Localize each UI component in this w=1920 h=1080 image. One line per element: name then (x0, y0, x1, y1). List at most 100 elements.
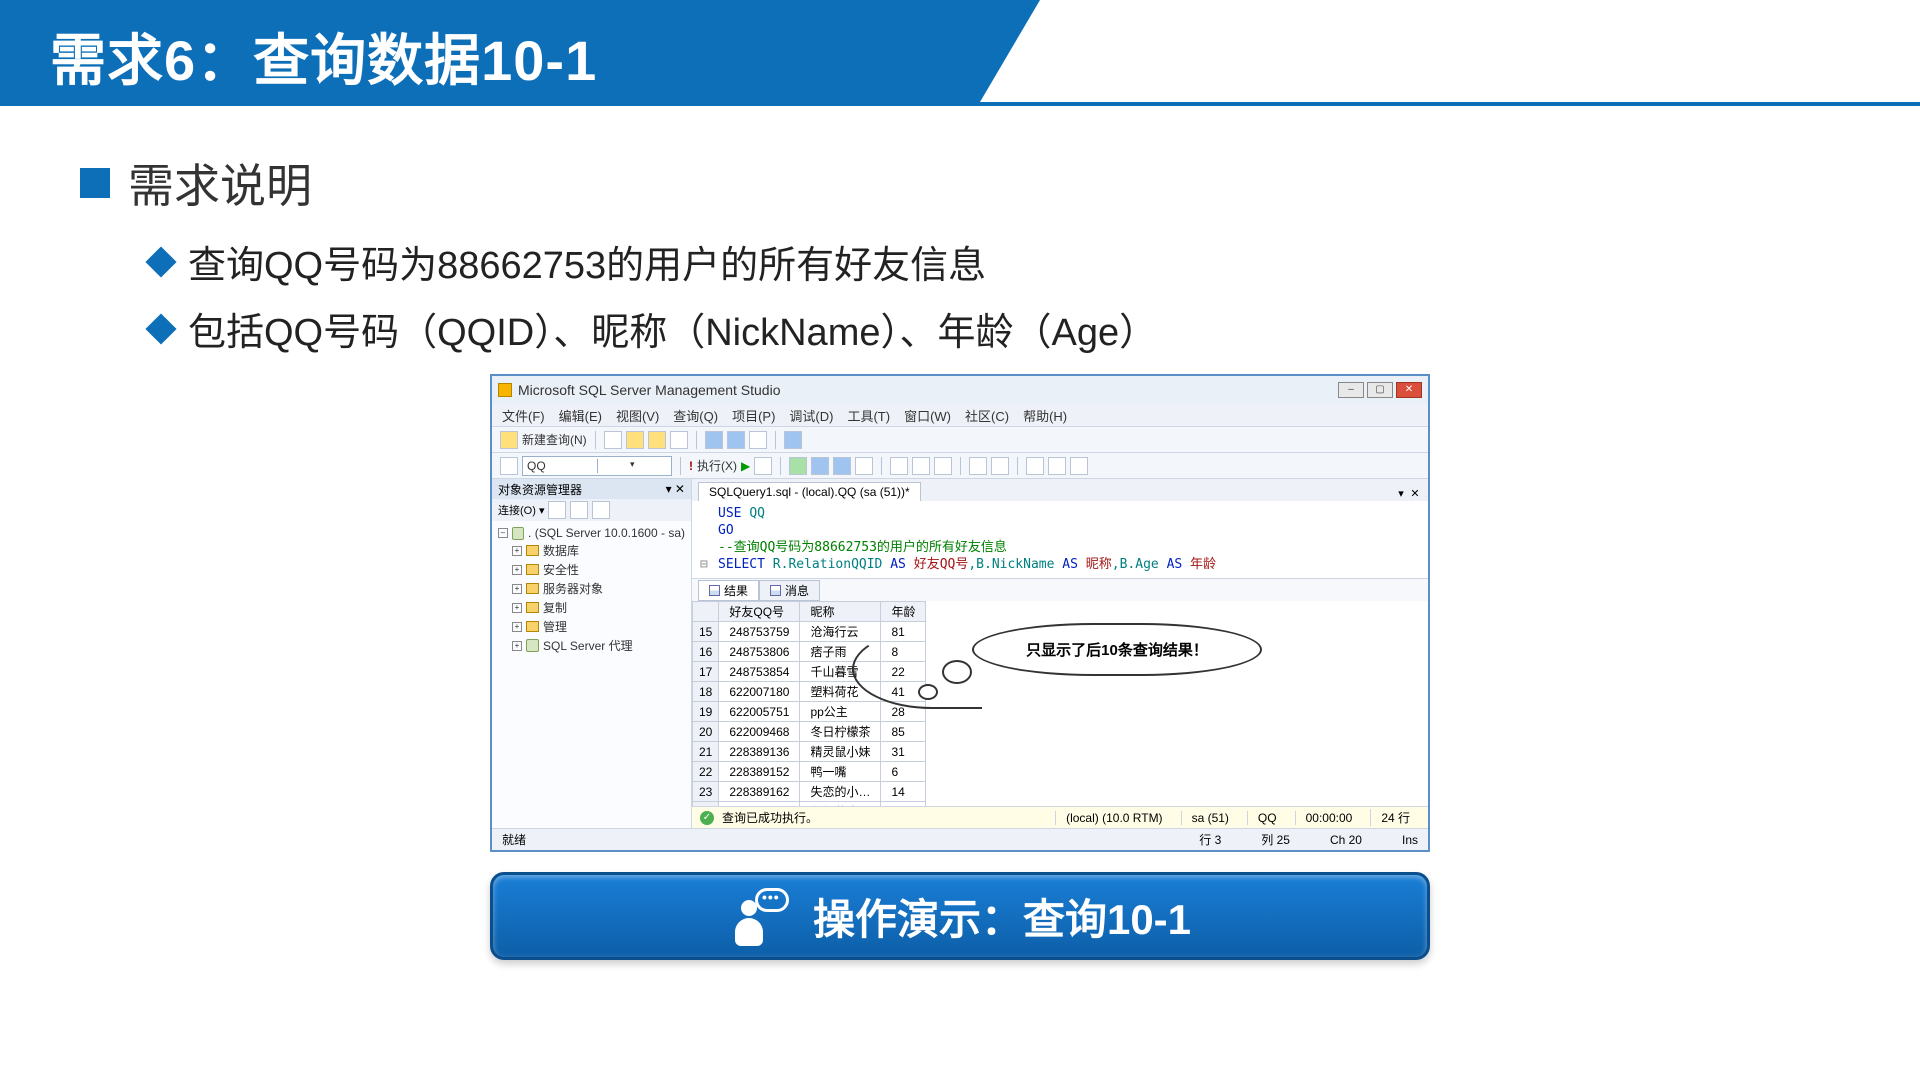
grid-header-row: 好友QQ号 昵称 年龄 (693, 602, 926, 622)
filter-icon[interactable] (570, 501, 588, 519)
editor-area: SQLQuery1.sql - (local).QQ (sa (51))* ▾ … (692, 479, 1428, 828)
plan-icon[interactable] (811, 457, 829, 475)
folder-icon (526, 583, 539, 594)
folder2-icon[interactable] (648, 431, 666, 449)
ssms-window: Microsoft SQL Server Management Studio –… (490, 374, 1430, 852)
stop2-icon[interactable] (592, 501, 610, 519)
demo-button-label: 操作演示：查询10-1 (813, 886, 1191, 947)
menu-view[interactable]: 视图(V) (616, 406, 659, 425)
tree-node[interactable]: +服务器对象 (512, 579, 685, 598)
parse-icon[interactable] (789, 457, 807, 475)
menu-bar[interactable]: 文件(F) 编辑(E) 视图(V) 查询(Q) 项目(P) 调试(D) 工具(T… (492, 404, 1428, 426)
grid-result-icon[interactable] (890, 457, 908, 475)
menu-query[interactable]: 查询(Q) (673, 406, 718, 425)
menu-help[interactable]: 帮助(H) (1023, 406, 1067, 425)
new-query-icon[interactable] (500, 431, 518, 449)
table-row[interactable]: 19622005751pp公主28 (693, 702, 926, 722)
bullet-text-1: 查询QQ号码为88662753的用户的所有好友信息 (188, 234, 986, 289)
chevron-down-icon: ▾ (597, 459, 668, 473)
tree-node[interactable]: +复制 (512, 598, 685, 617)
plan2-icon[interactable] (833, 457, 851, 475)
menu-tools[interactable]: 工具(T) (847, 406, 890, 425)
explorer-close-icon[interactable]: ▾ ✕ (666, 482, 685, 496)
menu-window[interactable]: 窗口(W) (904, 406, 951, 425)
misc-icon[interactable] (1070, 457, 1088, 475)
success-icon: ✓ (700, 811, 714, 825)
demo-person-chat-icon (729, 886, 789, 946)
connect-button[interactable]: 连接(O) ▾ (498, 502, 544, 518)
new-query-button[interactable]: 新建查询(N) (522, 431, 587, 448)
tree-node[interactable]: +数据库 (512, 541, 685, 560)
sql-editor[interactable]: USE QQ GO --查询QQ号码为88662753的用户的所有好友信息 ⊟S… (692, 501, 1428, 579)
explorer-title: 对象资源管理器 (498, 481, 582, 498)
opt-icon[interactable] (855, 457, 873, 475)
menu-file[interactable]: 文件(F) (502, 406, 545, 425)
tree-root[interactable]: –. (SQL Server 10.0.1600 - sa) (498, 525, 685, 541)
table-row[interactable]: 23228389162失恋的小…14 (693, 782, 926, 802)
tool-icon[interactable] (705, 431, 723, 449)
app-status-bar: 就绪 行 3 列 25 Ch 20 Ins (492, 828, 1428, 850)
menu-project[interactable]: 项目(P) (732, 406, 775, 425)
menu-debug[interactable]: 调试(D) (789, 406, 833, 425)
table-row[interactable]: 22228389152鸭一嘴6 (693, 762, 926, 782)
toolbar-main: 新建查询(N) (492, 426, 1428, 452)
close-button[interactable]: ✕ (1396, 382, 1422, 398)
messages-tab[interactable]: 消息 (759, 580, 820, 601)
folder-icon[interactable] (626, 431, 644, 449)
open-icon[interactable] (604, 431, 622, 449)
tree-node[interactable]: +管理 (512, 617, 685, 636)
tab-dropdown-icon[interactable]: ▾ (1394, 487, 1408, 501)
outdent-icon[interactable] (1048, 457, 1066, 475)
square-bullet-icon (80, 168, 110, 198)
query-tab[interactable]: SQLQuery1.sql - (local).QQ (sa (51))* (698, 482, 921, 501)
results-tab[interactable]: 结果 (698, 580, 759, 601)
tree-node[interactable]: +SQL Server 代理 (512, 636, 685, 655)
play-icon[interactable]: ▶ (741, 459, 750, 473)
ssms-body: 对象资源管理器 ▾ ✕ 连接(O) ▾ –. (SQL Server 10.0.… (492, 478, 1428, 828)
status-db: QQ (1247, 811, 1287, 825)
col-qqid: 好友QQ号 (719, 602, 800, 622)
tool3-icon[interactable] (749, 431, 767, 449)
title-underline (0, 102, 1920, 106)
slide-title: 需求6：查询数据10-1 (50, 16, 597, 97)
diamond-bullet-icon (145, 313, 176, 344)
menu-community[interactable]: 社区(C) (965, 406, 1009, 425)
uncomment-icon[interactable] (991, 457, 1009, 475)
table-row[interactable]: 21228389136精灵鼠小妹31 (693, 742, 926, 762)
bullet-row-2: 包括QQ号码（QQID）、昵称（NickName）、年龄（Age） (150, 301, 1840, 356)
explorer-tree[interactable]: –. (SQL Server 10.0.1600 - sa) +数据库 +安全性… (492, 521, 691, 828)
server-icon (512, 527, 524, 540)
stop-icon[interactable] (754, 457, 772, 475)
tab-close-icon[interactable]: ✕ (1408, 487, 1422, 501)
file-result-icon[interactable] (934, 457, 952, 475)
toolbar-query: QQ ▾ ! 执行(X) ▶ (492, 452, 1428, 478)
ssms-titlebar: Microsoft SQL Server Management Studio –… (492, 376, 1428, 404)
refresh-icon[interactable] (548, 501, 566, 519)
minimize-button[interactable]: – (1338, 382, 1364, 398)
text-result-icon[interactable] (912, 457, 930, 475)
execute-marker-icon: ! (689, 459, 693, 473)
execute-button[interactable]: 执行(X) (697, 457, 737, 474)
database-dropdown[interactable]: QQ ▾ (522, 456, 672, 476)
col-nick: 昵称 (800, 602, 881, 622)
table-row[interactable]: 24248623971永绿草皮22 (693, 802, 926, 807)
status-rows: 24 行 (1370, 809, 1420, 826)
agent-icon (526, 639, 539, 652)
demo-button[interactable]: 操作演示：查询10-1 (490, 872, 1430, 960)
menu-edit[interactable]: 编辑(E) (559, 406, 602, 425)
object-explorer: 对象资源管理器 ▾ ✕ 连接(O) ▾ –. (SQL Server 10.0.… (492, 479, 692, 828)
tree-node[interactable]: +安全性 (512, 560, 685, 579)
callout: 只显示了后10条查询结果！ (972, 623, 1262, 676)
tool2-icon[interactable] (727, 431, 745, 449)
tool4-icon[interactable] (784, 431, 802, 449)
indent-icon[interactable] (1026, 457, 1044, 475)
heading-text: 需求说明 (128, 150, 312, 216)
callout-bubble: 只显示了后10条查询结果！ (972, 623, 1262, 676)
save-icon[interactable] (670, 431, 688, 449)
bullet-text-2: 包括QQ号码（QQID）、昵称（NickName）、年龄（Age） (188, 301, 1157, 356)
maximize-button[interactable]: ▢ (1367, 382, 1393, 398)
editor-tabs: SQLQuery1.sql - (local).QQ (sa (51))* ▾ … (692, 479, 1428, 501)
table-row[interactable]: 20622009468冬日柠檬茶85 (693, 722, 926, 742)
comment-icon[interactable] (969, 457, 987, 475)
status-col: 列 25 (1261, 831, 1290, 848)
